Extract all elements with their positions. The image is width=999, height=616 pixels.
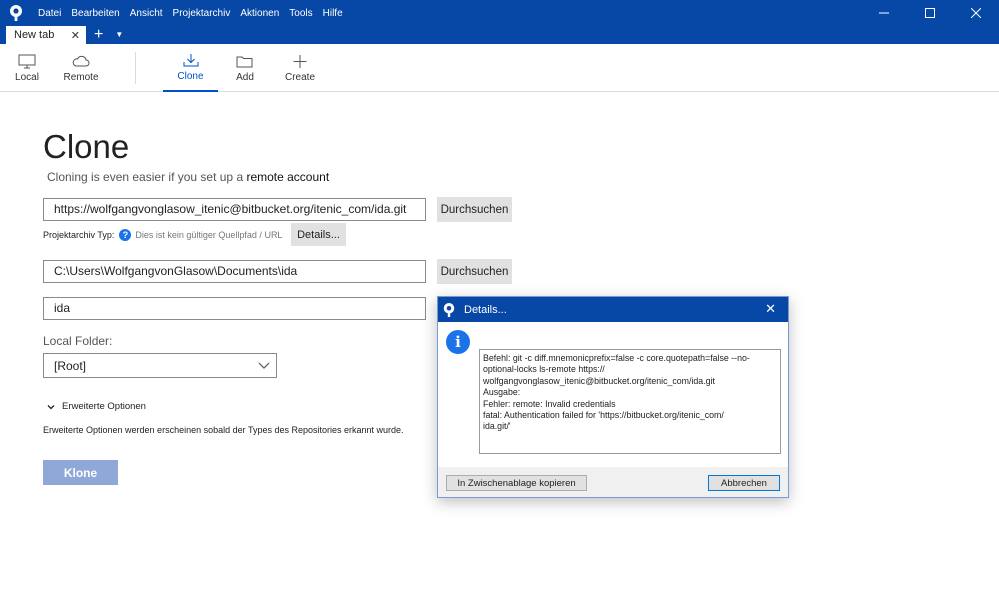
info-icon: i <box>446 330 470 354</box>
folder-icon <box>236 56 253 67</box>
title-bar: Datei Bearbeiten Ansicht Projektarchiv A… <box>0 0 999 26</box>
tab-label: New tab <box>14 29 55 41</box>
toolbar-local-button[interactable]: Local <box>6 44 48 92</box>
repo-type-row: Projektarchiv Typ: ? Dies ist kein gülti… <box>43 229 282 241</box>
advanced-options-text: Erweiterte Optionen werden erscheinen so… <box>43 425 404 435</box>
local-folder-select[interactable]: [Root] <box>43 353 277 378</box>
sourcetree-logo-icon <box>442 302 456 318</box>
toolbar-create-button[interactable]: Create <box>280 44 320 92</box>
menu-datei[interactable]: Datei <box>33 8 66 19</box>
clone-button[interactable]: Klone <box>43 460 118 485</box>
monitor-icon <box>18 54 36 68</box>
cancel-button[interactable]: Abbrechen <box>708 475 780 491</box>
toolbar-remote-button[interactable]: Remote <box>58 44 104 92</box>
subtitle: Cloning is even easier if you set up a r… <box>47 170 330 184</box>
menu-tools[interactable]: Tools <box>284 8 317 19</box>
chevron-down-icon <box>258 362 270 369</box>
copy-to-clipboard-button[interactable]: In Zwischenablage kopieren <box>446 475 587 491</box>
download-icon <box>183 53 198 66</box>
minimize-button[interactable] <box>861 0 907 26</box>
close-window-button[interactable] <box>953 0 999 26</box>
destination-path-input[interactable]: C:\Users\WolfgangvonGlasow\Documents\ida <box>43 260 426 283</box>
tab-close-icon[interactable]: ✕ <box>71 29 80 42</box>
repo-type-label: Projektarchiv Typ: <box>43 230 115 240</box>
menu-bearbeiten[interactable]: Bearbeiten <box>66 8 124 19</box>
menu-ansicht[interactable]: Ansicht <box>125 8 168 19</box>
advanced-options-toggle[interactable]: Erweiterte Optionen <box>47 401 146 412</box>
details-dialog: Details... ✕ i Befehl: git -c diff.mnemo… <box>437 296 789 498</box>
toolbar: Local Remote Clone Add Create <box>0 44 999 92</box>
tab-dropdown-icon[interactable]: ▼ <box>115 26 123 44</box>
menu-projektarchiv[interactable]: Projektarchiv <box>168 8 236 19</box>
tab-new-tab[interactable]: New tab ✕ <box>6 26 86 44</box>
remote-account-link[interactable]: remote account <box>246 170 329 184</box>
toolbar-add-button[interactable]: Add <box>226 44 264 92</box>
menu-aktionen[interactable]: Aktionen <box>235 8 284 19</box>
repo-type-hint: Dies ist kein gültiger Quellpfad / URL <box>135 230 283 240</box>
menu-bar: Datei Bearbeiten Ansicht Projektarchiv A… <box>33 8 348 19</box>
name-input[interactable]: ida <box>43 297 426 320</box>
dialog-close-icon[interactable]: ✕ <box>765 301 776 317</box>
source-url-input[interactable]: https://wolfgangvonglasow_itenic@bitbuck… <box>43 198 426 221</box>
error-log-text[interactable]: Befehl: git -c diff.mnemonicprefix=false… <box>479 349 781 454</box>
menu-hilfe[interactable]: Hilfe <box>318 8 348 19</box>
plus-icon <box>293 54 307 68</box>
add-tab-button[interactable]: + <box>94 26 103 44</box>
toolbar-separator <box>135 52 136 84</box>
chevron-down-icon <box>47 404 55 409</box>
dialog-title: Details... <box>464 303 507 316</box>
details-button[interactable]: Details... <box>291 223 346 246</box>
local-folder-label: Local Folder: <box>43 334 113 348</box>
help-icon[interactable]: ? <box>119 229 132 241</box>
page-title: Clone <box>43 128 130 165</box>
dialog-title-bar: Details... ✕ <box>438 297 788 322</box>
tab-bar: New tab ✕ + ▼ <box>0 26 999 44</box>
browse-source-button[interactable]: Durchsuchen <box>437 197 512 222</box>
sourcetree-logo-icon <box>5 2 27 24</box>
browse-destination-button[interactable]: Durchsuchen <box>437 259 512 284</box>
dialog-body: i Befehl: git -c diff.mnemonicprefix=fal… <box>438 322 788 467</box>
maximize-button[interactable] <box>907 0 953 26</box>
toolbar-clone-button[interactable]: Clone <box>163 44 218 92</box>
window-controls <box>861 0 999 26</box>
cloud-icon <box>72 55 90 66</box>
